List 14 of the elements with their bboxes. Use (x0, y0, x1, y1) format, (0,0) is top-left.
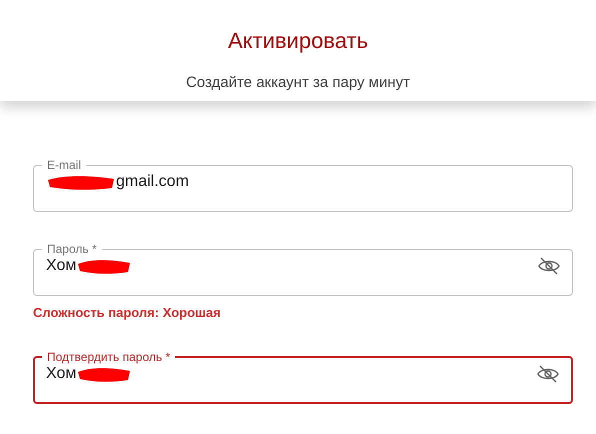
eye-off-icon[interactable] (537, 365, 559, 383)
password-field[interactable]: Пароль * Хом (33, 242, 573, 296)
email-field[interactable]: E-mail gmail.com (33, 158, 573, 212)
password-strength-text: Сложность пароля: Хорошая (33, 305, 222, 320)
page-subtitle: Создайте аккаунт за пару минут (186, 74, 410, 91)
eye-off-icon[interactable] (538, 257, 560, 275)
field-value: Хом (46, 365, 76, 383)
field-value: gmail.com (116, 173, 189, 191)
field-label: Пароль * (46, 242, 98, 256)
page-title: Активировать (228, 28, 368, 54)
password-field[interactable]: Подтвердить пароль * Хом (33, 350, 573, 404)
field-value: Хом (46, 257, 76, 275)
field-label: E-mail (46, 158, 82, 172)
field-label: Подтвердить пароль * (46, 350, 172, 364)
